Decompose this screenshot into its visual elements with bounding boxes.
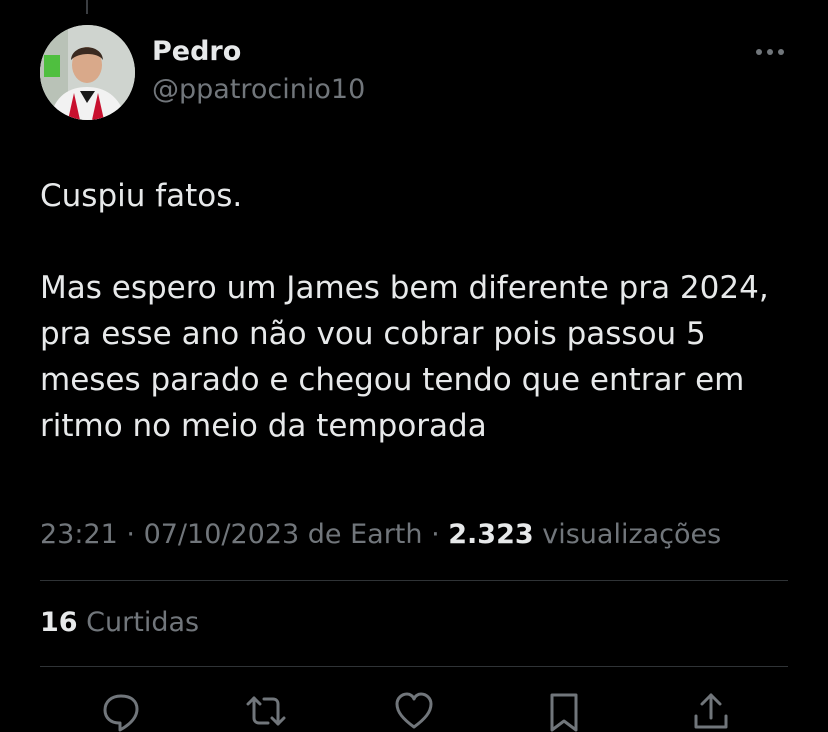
tweet-date[interactable]: 07/10/2023 bbox=[144, 519, 300, 550]
likes-count: 16 bbox=[40, 607, 78, 638]
likes-summary[interactable]: 16 Curtidas bbox=[40, 603, 199, 643]
views-label: visualizações bbox=[533, 519, 722, 550]
likes-label: Curtidas bbox=[77, 607, 200, 638]
retweet-icon[interactable] bbox=[245, 690, 287, 732]
tweet-time[interactable]: 23:21 bbox=[40, 519, 118, 550]
views-count: 2.323 bbox=[448, 519, 534, 550]
tweet-text-line-1: Cuspiu fatos. bbox=[40, 178, 243, 214]
meta-separator: · bbox=[117, 519, 144, 550]
tweet-source: de Earth bbox=[299, 519, 423, 550]
more-icon[interactable] bbox=[752, 40, 788, 64]
thread-connector-line bbox=[86, 0, 88, 14]
divider-top bbox=[40, 580, 788, 581]
bookmark-icon[interactable] bbox=[543, 690, 585, 732]
tweet-text: Cuspiu fatos. Mas espero um James bem di… bbox=[40, 173, 800, 449]
avatar-image bbox=[40, 25, 135, 120]
meta-separator-2: · bbox=[422, 519, 449, 550]
author-handle[interactable]: @ppatrocinio10 bbox=[152, 72, 365, 108]
author-display-name[interactable]: Pedro bbox=[152, 34, 365, 70]
avatar[interactable] bbox=[40, 25, 135, 120]
like-icon[interactable] bbox=[393, 690, 435, 732]
tweet-meta: 23:21 · 07/10/2023 de Earth · 2.323 visu… bbox=[40, 515, 721, 555]
tweet-text-line-2: Mas espero um James bem diferente pra 20… bbox=[40, 270, 769, 444]
tweet-author: Pedro @ppatrocinio10 bbox=[152, 34, 365, 108]
reply-icon[interactable] bbox=[100, 690, 142, 732]
divider-bottom bbox=[40, 666, 788, 667]
action-bar bbox=[0, 690, 828, 732]
share-icon[interactable] bbox=[690, 690, 732, 732]
